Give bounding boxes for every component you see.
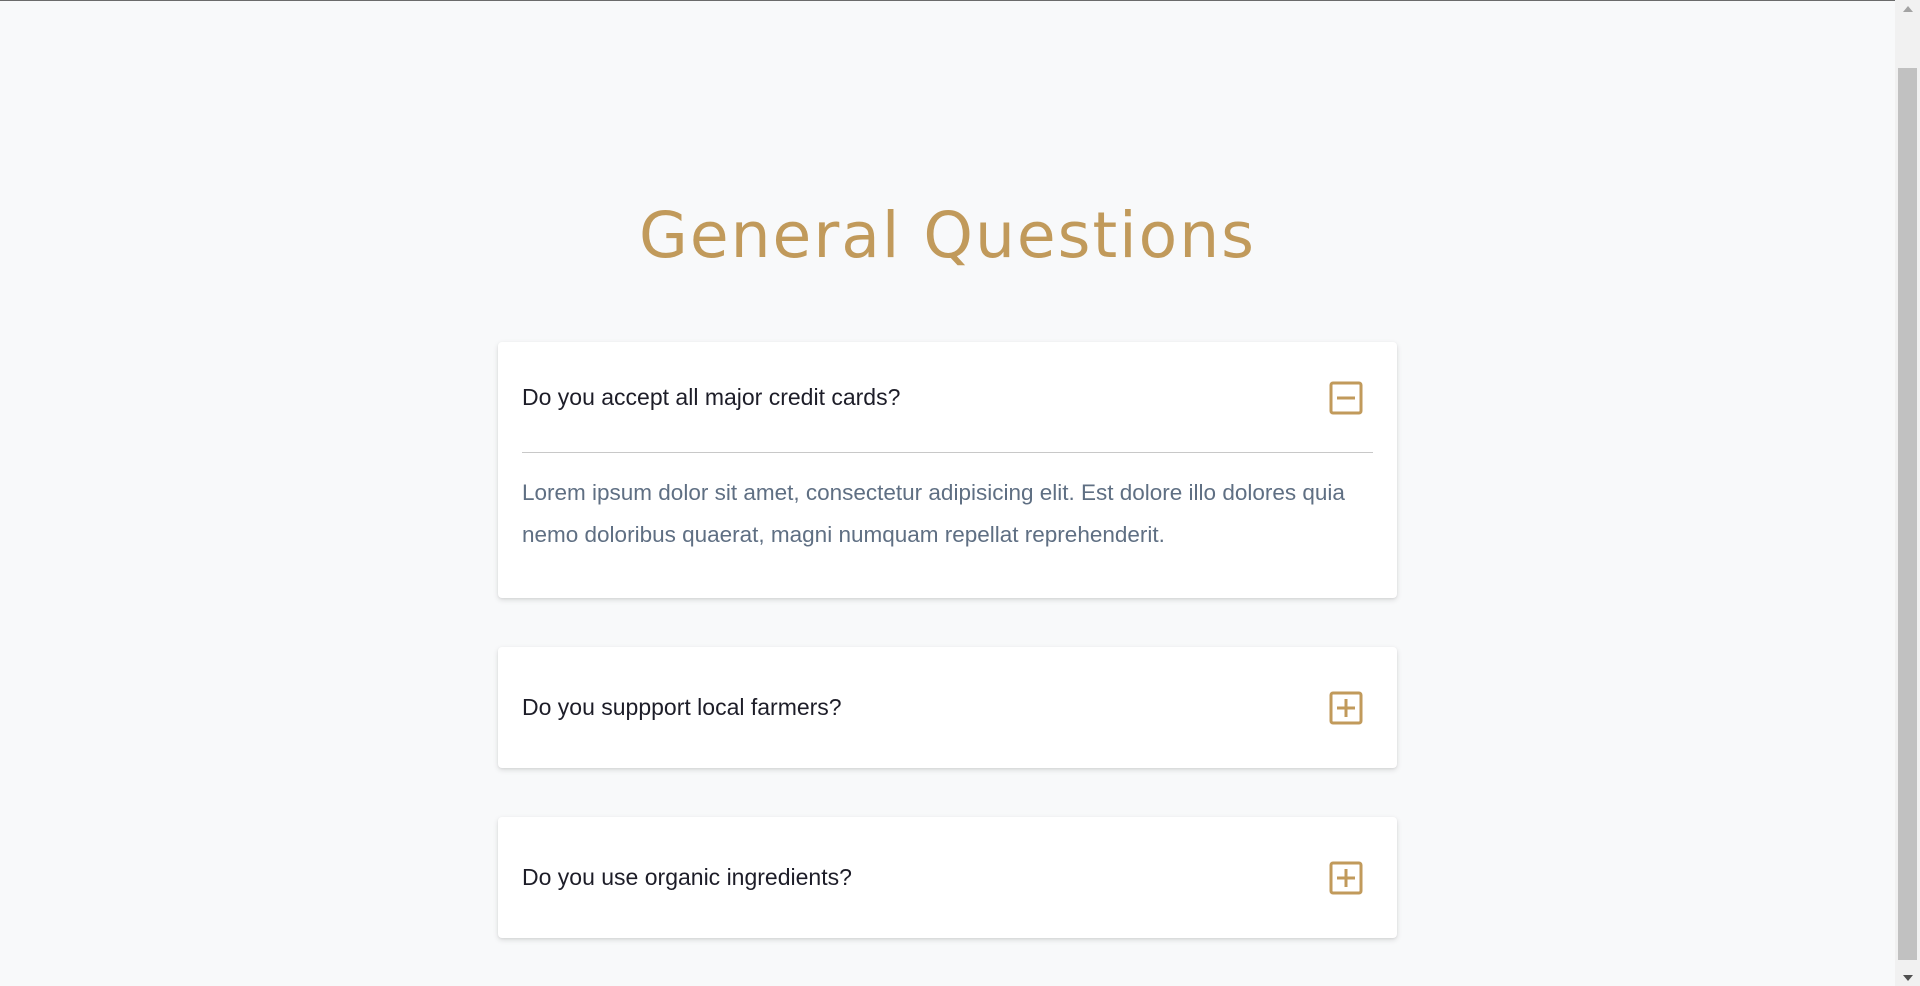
faq-question-text: Do you suppport local farmers? — [522, 694, 842, 720]
faq-item: Do you accept all major credit cards? Lo… — [498, 342, 1397, 598]
scrollbar-thumb[interactable] — [1898, 68, 1917, 960]
faq-question-toggle[interactable]: Do you accept all major credit cards? — [522, 342, 1373, 453]
faq-item: Do you use organic ingredients? — [498, 817, 1397, 938]
faq-question-toggle[interactable]: Do you use organic ingredients? — [522, 817, 1373, 938]
faq-question-text: Do you use organic ingredients? — [522, 864, 852, 890]
faq-question-text: Do you accept all major credit cards? — [522, 384, 901, 410]
plus-square-icon[interactable] — [1329, 861, 1363, 895]
scroll-up-arrow-icon[interactable] — [1895, 0, 1920, 17]
page-title: General Questions — [639, 199, 1256, 272]
vertical-scrollbar[interactable] — [1895, 0, 1920, 986]
scroll-down-arrow-icon[interactable] — [1895, 969, 1920, 986]
faq-answer-text: Lorem ipsum dolor sit amet, consectetur … — [522, 480, 1345, 547]
plus-square-icon[interactable] — [1329, 691, 1363, 725]
minus-square-icon[interactable] — [1329, 381, 1363, 415]
faq-item: Do you suppport local farmers? — [498, 647, 1397, 768]
faq-question-toggle[interactable]: Do you suppport local farmers? — [522, 647, 1373, 768]
faq-page: General Questions Do you accept all majo… — [0, 0, 1895, 986]
faq-divider — [522, 452, 1373, 453]
